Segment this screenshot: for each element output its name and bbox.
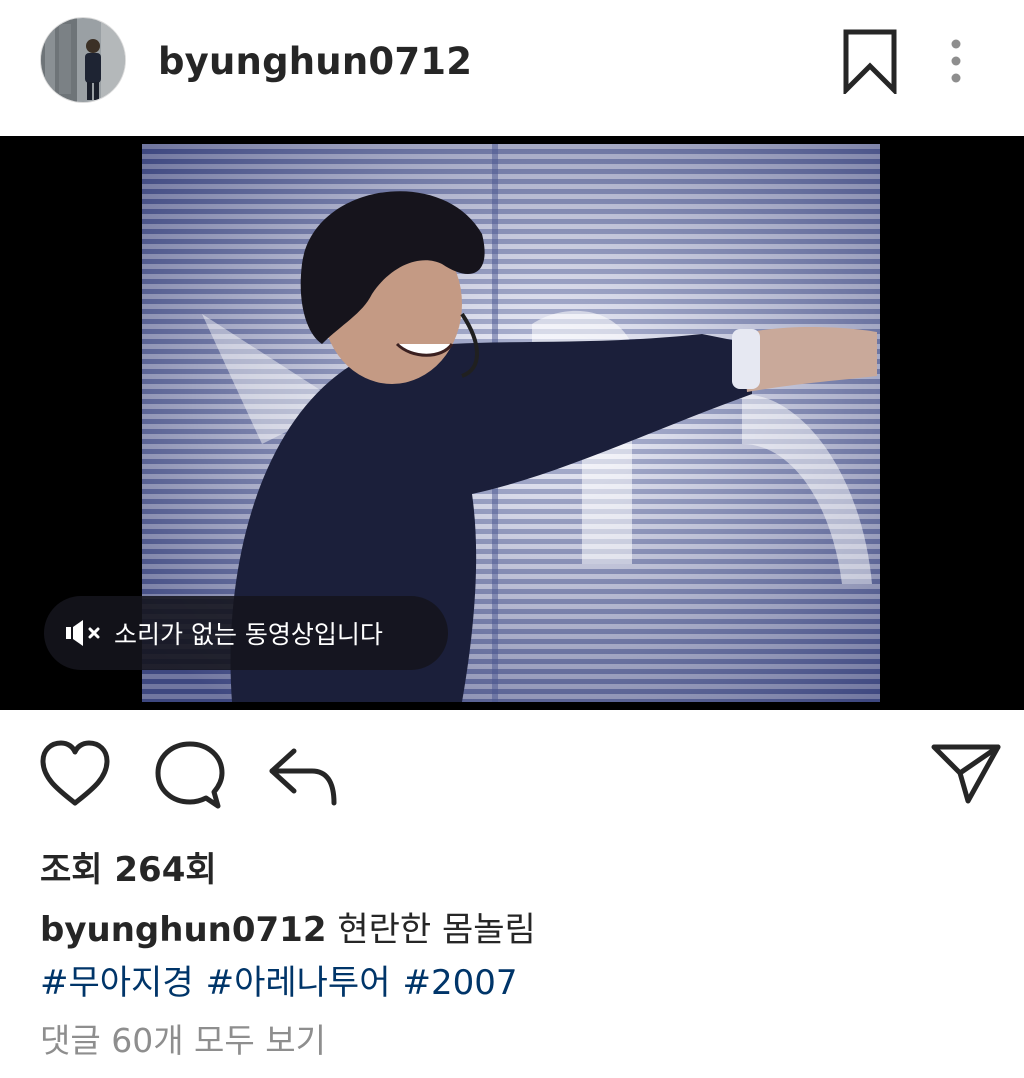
post-caption: byunghun0712 현란한 몸놀림 <box>40 902 536 951</box>
caption-username[interactable]: byunghun0712 <box>40 910 327 950</box>
hashtag-link[interactable]: #2007 <box>403 963 518 1003</box>
share-send-icon[interactable] <box>930 743 1002 809</box>
hashtag-link[interactable]: #무아지경 <box>40 963 194 1003</box>
caption-text: 현란한 몸놀림 <box>337 910 536 950</box>
view-count: 조회 264회 <box>40 850 217 890</box>
sound-off-icon <box>58 613 108 653</box>
reply-icon[interactable] <box>266 745 340 811</box>
hashtag-list: #무아지경 #아레나투어 #2007 <box>40 955 530 1004</box>
view-all-comments-link[interactable]: 댓글 60개 모두 보기 <box>40 1014 326 1062</box>
action-bar <box>0 735 1024 815</box>
hashtag-link[interactable]: #아레나투어 <box>206 963 391 1003</box>
sound-notice-pill[interactable]: 소리가 없는 동영상입니다 <box>44 596 448 670</box>
heart-icon[interactable] <box>38 739 112 813</box>
video-player[interactable]: 소리가 없는 동영상입니다 <box>0 136 1024 710</box>
bookmark-icon[interactable] <box>842 28 898 97</box>
comment-icon[interactable] <box>154 740 226 816</box>
more-vertical-icon[interactable] <box>940 34 972 88</box>
sound-notice-label: 소리가 없는 동영상입니다 <box>114 620 383 649</box>
post-header: byunghun0712 <box>0 0 1024 136</box>
avatar[interactable] <box>40 17 126 103</box>
post-username[interactable]: byunghun0712 <box>158 40 472 83</box>
